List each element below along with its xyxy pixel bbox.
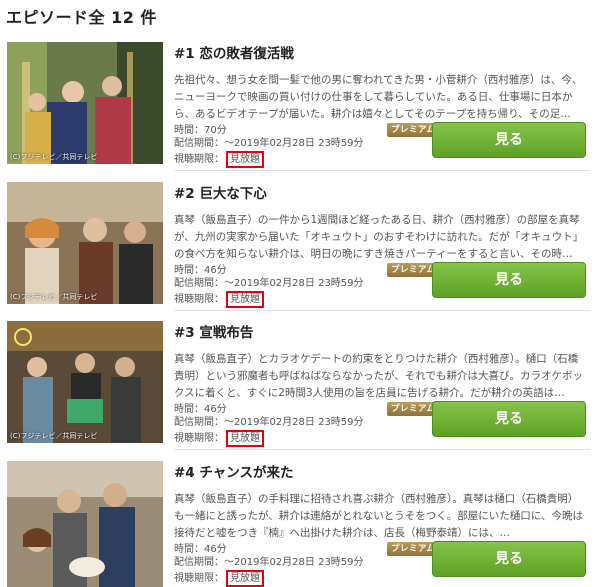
episode-thumbnail[interactable]	[7, 461, 163, 587]
episode-thumbnail[interactable]: (C)フジテレビ／共同テレビ	[7, 321, 163, 443]
episode-view-limit: 視聴期限： 見放題	[174, 151, 264, 168]
divider	[174, 310, 590, 311]
unlimited-badge: 見放題	[226, 151, 264, 168]
view-limit-label: 視聴期限：	[174, 154, 224, 165]
view-limit-label: 視聴期限：	[174, 573, 224, 584]
watch-button[interactable]: 見る	[432, 262, 586, 298]
episode-item-4: #4 チャンスが来た 真琴（飯島直子）の手料理に招待され喜ぶ耕介（西村雅彦）。真…	[0, 461, 600, 587]
unlimited-badge: 見放題	[226, 570, 264, 587]
episode-duration: 時間：46分	[174, 404, 227, 415]
watch-button[interactable]: 見る	[432, 122, 586, 158]
episode-title[interactable]: #3 宣戦布告	[174, 321, 253, 341]
episode-duration: 時間：46分	[174, 544, 227, 555]
page-title: エピソード全 12 件	[6, 8, 157, 27]
unlimited-badge: 見放題	[226, 430, 264, 447]
episode-duration: 時間：46分	[174, 265, 227, 276]
copyright-text: (C)フジテレビ／共同テレビ	[10, 432, 98, 440]
episode-period: 配信期間：～2019年02月28日 23時59分	[174, 278, 364, 289]
episode-duration: 時間：70分	[174, 125, 227, 136]
episode-title[interactable]: #2 巨大な下心	[174, 182, 267, 202]
episode-title[interactable]: #4 チャンスが来た	[174, 461, 294, 481]
view-limit-label: 視聴期限：	[174, 294, 224, 305]
copyright-text: (C)フジテレビ／共同テレビ	[10, 153, 98, 161]
episode-period: 配信期間：～2019年02月28日 23時59分	[174, 557, 364, 568]
episode-description: 真琴（飯島直子）の一件から1週間ほど経ったある日、耕介（西村雅彦）の部屋を真琴が…	[174, 214, 584, 260]
episode-description: 先祖代々、想う女を間一髪で他の男に奪われてきた男・小菅耕介（西村雅彦）は、今、ニ…	[174, 74, 583, 120]
episode-description: 真琴（飯島直子）とカラオケデートの約束をとりつけた耕介（西村雅彦）。樋口（石橋貴…	[174, 353, 583, 399]
episode-description: 真琴（飯島直子）の手料理に招待され喜ぶ耕介（西村雅彦）。真琴は樋口（石橋貴明）も…	[174, 493, 583, 539]
episode-period: 配信期間：～2019年02月28日 23時59分	[174, 138, 364, 149]
episode-view-limit: 視聴期限： 見放題	[174, 570, 264, 587]
episode-view-limit: 視聴期限： 見放題	[174, 430, 264, 447]
view-limit-label: 視聴期限：	[174, 433, 224, 444]
unlimited-badge: 見放題	[226, 291, 264, 308]
episode-item-3: (C)フジテレビ／共同テレビ #3 宣戦布告 真琴（飯島直子）とカラオケデートの…	[0, 321, 600, 459]
episode-period: 配信期間：～2019年02月28日 23時59分	[174, 417, 364, 428]
episode-item-2: (C)フジテレビ／共同テレビ #2 巨大な下心 真琴（飯島直子）の一件から1週間…	[0, 182, 600, 320]
episode-item-1: (C)フジテレビ／共同テレビ #1 恋の敗者復活戦 先祖代々、想う女を間一髪で他…	[0, 42, 600, 180]
episode-title[interactable]: #1 恋の敗者復活戦	[174, 42, 294, 62]
divider	[174, 449, 590, 450]
watch-button[interactable]: 見る	[432, 541, 586, 577]
divider	[174, 170, 590, 171]
copyright-text: (C)フジテレビ／共同テレビ	[10, 293, 98, 301]
episode-view-limit: 視聴期限： 見放題	[174, 291, 264, 308]
episode-thumbnail[interactable]: (C)フジテレビ／共同テレビ	[7, 42, 163, 164]
watch-button[interactable]: 見る	[432, 401, 586, 437]
episode-thumbnail[interactable]: (C)フジテレビ／共同テレビ	[7, 182, 163, 304]
